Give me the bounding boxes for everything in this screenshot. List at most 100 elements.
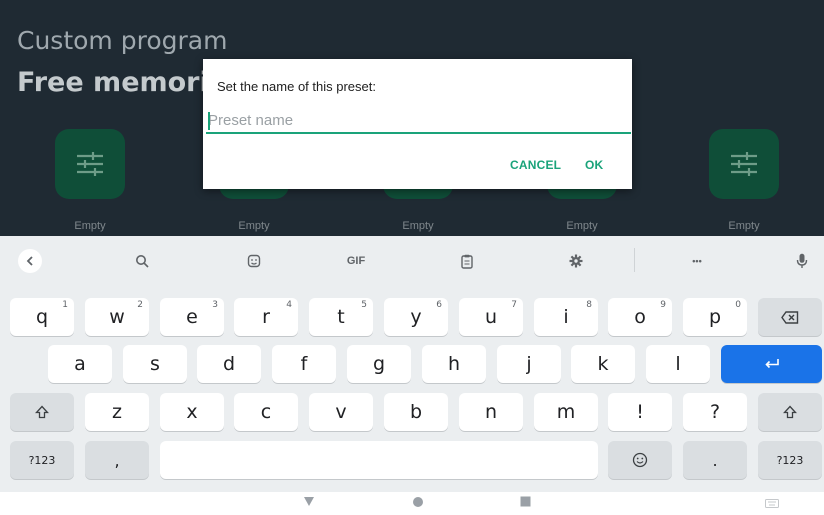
microphone-icon [796,253,808,268]
key-u[interactable]: 7u [459,298,523,336]
key-question[interactable]: ? [683,393,747,431]
key-w[interactable]: 2w [85,298,149,336]
key-label: ? [709,401,721,423]
key-r[interactable]: 4r [234,298,298,336]
key-label: ?123 [776,453,804,467]
key-label: t [337,306,345,328]
key-j[interactable]: j [497,345,561,383]
toolbar-voice-button[interactable] [793,250,811,272]
key-m[interactable]: m [534,393,598,431]
enter-arrow-icon [764,359,779,369]
key-b[interactable]: b [384,393,448,431]
key-label: y [410,306,422,328]
key-label: d [222,353,236,375]
key-y[interactable]: 6y [384,298,448,336]
preset-name-input[interactable] [206,108,631,134]
toolbar-search-button[interactable] [131,250,153,272]
key-label: c [260,401,272,423]
key-label: p [708,306,722,328]
key-label: f [300,353,308,375]
preset-slot-1[interactable]: Empty [55,129,125,236]
shift-key-right[interactable] [758,393,822,431]
key-f[interactable]: f [272,345,336,383]
key-number-hint: 6 [436,300,442,310]
sticker-icon [247,254,261,268]
key-g[interactable]: g [347,345,411,383]
key-label: g [372,353,386,375]
enter-key[interactable] [721,345,822,383]
key-s[interactable]: s [123,345,187,383]
key-o[interactable]: 9o [608,298,672,336]
toolbar-sticker-button[interactable] [243,250,265,272]
toolbar-clipboard-button[interactable] [456,250,478,272]
keyboard-toolbar: GIF ••• [0,236,824,283]
preset-slot-5[interactable]: Empty [709,129,779,236]
key-number-hint: 5 [361,300,367,310]
key-t[interactable]: 5t [309,298,373,336]
preset-tile[interactable] [55,129,125,199]
key-a[interactable]: a [48,345,112,383]
key-exclamation[interactable]: ! [608,393,672,431]
key-h[interactable]: h [422,345,486,383]
key-l[interactable]: l [646,345,710,383]
toolbar-more-button[interactable]: ••• [683,250,711,272]
nav-back-icon[interactable] [303,496,315,507]
key-e[interactable]: 3e [160,298,224,336]
key-label: b [409,401,423,423]
key-q[interactable]: 1q [10,298,74,336]
key-label: x [186,401,198,423]
search-icon [136,255,149,268]
navigation-bar [0,492,824,515]
backspace-key[interactable] [758,298,822,336]
key-label: l [675,353,681,375]
sliders-icon [731,152,757,176]
key-number-hint: 3 [212,300,218,310]
sliders-icon [77,152,103,176]
nav-recents-icon[interactable] [520,496,531,507]
key-number-hint: 0 [735,300,741,310]
key-label: o [634,306,646,328]
key-i[interactable]: 8i [534,298,598,336]
ok-button[interactable]: OK [585,158,603,172]
key-x[interactable]: x [160,393,224,431]
key-label: m [556,401,576,423]
key-number-hint: 9 [660,300,666,310]
dialog-message: Set the name of this preset: [217,79,376,94]
key-number-hint: 7 [511,300,517,310]
comma-key[interactable]: , [85,441,149,479]
key-label: r [262,306,270,328]
key-label: k [597,353,609,375]
symbols-key-right[interactable]: ?123 [758,441,822,479]
backspace-icon [781,310,799,324]
toolbar-settings-button[interactable] [565,250,587,272]
clipboard-icon [461,254,473,269]
shift-key-left[interactable] [10,393,74,431]
shift-arrow-icon [783,405,797,419]
key-label: . [712,450,718,470]
preset-label: Empty [402,220,434,232]
nav-home-icon[interactable] [412,496,424,508]
key-k[interactable]: k [571,345,635,383]
key-c[interactable]: c [234,393,298,431]
key-d[interactable]: d [197,345,261,383]
key-v[interactable]: v [309,393,373,431]
key-label: n [484,401,498,423]
toolbar-gif-button[interactable]: GIF [340,250,372,272]
space-key[interactable] [160,441,598,479]
toolbar-divider [634,248,635,272]
emoji-icon [632,452,648,468]
emoji-key[interactable] [608,441,672,479]
symbols-key[interactable]: ?123 [10,441,74,479]
toolbar-back-button[interactable] [18,249,42,273]
period-key[interactable]: . [683,441,747,479]
cancel-button[interactable]: CANCEL [510,158,561,172]
key-label: q [35,306,49,328]
key-z[interactable]: z [85,393,149,431]
key-p[interactable]: 0p [683,298,747,336]
key-label: a [74,353,86,375]
keyboard-switch-icon[interactable] [765,499,779,508]
preset-tile[interactable] [709,129,779,199]
text-caret [208,112,210,130]
key-label: j [526,353,532,375]
key-n[interactable]: n [459,393,523,431]
